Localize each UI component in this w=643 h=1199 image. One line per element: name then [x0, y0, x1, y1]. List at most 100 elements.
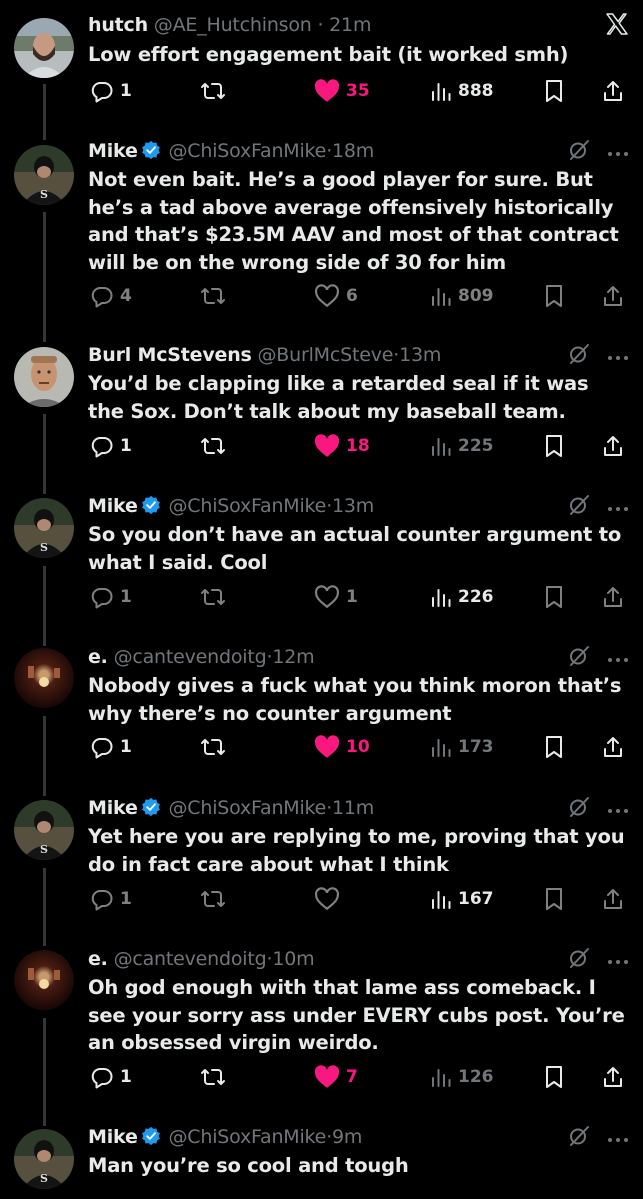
more-icon[interactable] — [607, 800, 629, 819]
display-name[interactable]: Burl McStevens — [88, 344, 252, 366]
avatar[interactable]: S — [14, 145, 74, 205]
user-handle[interactable]: @ChiSoxFanMike — [168, 797, 326, 819]
like-button[interactable]: 6 — [314, 281, 358, 311]
views-button[interactable]: 226 — [430, 582, 494, 612]
timestamp[interactable]: 13m — [399, 344, 441, 366]
avatar[interactable]: S — [14, 498, 74, 558]
retweet-button[interactable] — [200, 582, 226, 612]
like-button[interactable] — [314, 884, 340, 914]
reply-thread: hutch @AE_Hutchinson · 21m Low effort en… — [0, 0, 643, 1199]
reply-button[interactable]: 1 — [90, 582, 132, 612]
like-button[interactable]: 18 — [314, 431, 370, 461]
views-button[interactable]: 809 — [430, 281, 494, 311]
views-button[interactable]: 225 — [430, 431, 494, 461]
retweet-button[interactable] — [200, 281, 226, 311]
x-logo-icon[interactable] — [605, 12, 629, 40]
user-handle[interactable]: @AE_Hutchinson — [154, 14, 312, 36]
share-button[interactable] — [602, 1062, 624, 1092]
share-button[interactable] — [602, 884, 624, 914]
bookmark-button[interactable] — [544, 582, 564, 612]
grok-icon[interactable] — [567, 493, 591, 521]
avatar[interactable]: S — [14, 1129, 74, 1189]
timestamp[interactable]: 12m — [272, 646, 314, 668]
user-handle[interactable]: @ChiSoxFanMike — [168, 495, 326, 517]
timestamp[interactable]: 11m — [332, 797, 374, 819]
share-button[interactable] — [602, 582, 624, 612]
reply-button[interactable]: 1 — [90, 76, 132, 106]
share-icon — [602, 585, 624, 609]
retweet-button[interactable] — [200, 76, 226, 106]
tweet-text: Nobody gives a fuck what you think moron… — [88, 674, 622, 725]
reply-button[interactable]: 1 — [90, 884, 132, 914]
user-handle[interactable]: @ChiSoxFanMike — [168, 1126, 326, 1148]
avatar[interactable]: S — [14, 800, 74, 860]
avatar[interactable] — [14, 950, 74, 1010]
display-name[interactable]: Mike — [88, 495, 138, 517]
display-name[interactable]: Mike — [88, 797, 138, 819]
bookmark-button[interactable] — [544, 732, 564, 762]
reply-button[interactable]: 1 — [90, 732, 132, 762]
retweet-button[interactable] — [200, 732, 226, 762]
more-icon[interactable] — [607, 1129, 629, 1148]
display-name[interactable]: Mike — [88, 140, 138, 162]
user-handle[interactable]: @cantevendoitg — [114, 646, 267, 668]
display-name[interactable]: e. — [88, 646, 108, 668]
user-handle[interactable]: @BurlMcSteve — [257, 344, 393, 366]
more-icon[interactable] — [607, 498, 629, 517]
share-button[interactable] — [602, 732, 624, 762]
bookmark-button[interactable] — [544, 1062, 564, 1092]
views-button[interactable]: 888 — [430, 76, 494, 106]
like-button[interactable]: 35 — [314, 76, 370, 106]
avatar[interactable] — [14, 347, 74, 407]
retweet-button[interactable] — [200, 1062, 226, 1092]
retweet-icon — [200, 887, 226, 911]
retweet-button[interactable] — [200, 431, 226, 461]
tweet-text: Man you’re so cool and tough — [88, 1154, 409, 1177]
bookmark-button[interactable] — [544, 431, 564, 461]
grok-icon[interactable] — [567, 644, 591, 672]
bookmark-button[interactable] — [544, 281, 564, 311]
share-icon — [602, 434, 624, 458]
grok-icon[interactable] — [567, 138, 591, 166]
like-button[interactable]: 7 — [314, 1062, 358, 1092]
like-button[interactable]: 1 — [314, 582, 358, 612]
grok-icon[interactable] — [567, 1124, 591, 1152]
reply-button[interactable]: 1 — [90, 1062, 132, 1092]
avatar[interactable] — [14, 18, 74, 78]
bookmark-button[interactable] — [544, 884, 564, 914]
like-button[interactable]: 10 — [314, 732, 370, 762]
display-name[interactable]: Mike — [88, 1126, 138, 1148]
share-button[interactable] — [602, 431, 624, 461]
heart-icon — [314, 735, 340, 759]
avatar[interactable] — [14, 648, 74, 708]
user-handle[interactable]: @ChiSoxFanMike — [168, 140, 326, 162]
timestamp[interactable]: 21m — [329, 14, 371, 36]
retweet-button[interactable] — [200, 884, 226, 914]
display-name[interactable]: hutch — [88, 14, 148, 36]
reply-button[interactable]: 4 — [90, 281, 132, 311]
more-icon[interactable] — [607, 951, 629, 970]
views-button[interactable]: 173 — [430, 732, 494, 762]
grok-icon[interactable] — [567, 946, 591, 974]
timestamp[interactable]: 10m — [272, 948, 314, 970]
views-button[interactable]: 126 — [430, 1062, 494, 1092]
grok-icon[interactable] — [567, 795, 591, 823]
heart-icon — [314, 585, 340, 609]
more-icon[interactable] — [607, 649, 629, 668]
views-icon — [430, 1066, 452, 1088]
display-name[interactable]: e. — [88, 948, 108, 970]
share-button[interactable] — [602, 281, 624, 311]
timestamp[interactable]: 18m — [332, 140, 374, 162]
reply-button[interactable]: 1 — [90, 431, 132, 461]
bookmark-button[interactable] — [544, 76, 564, 106]
more-icon[interactable] — [607, 143, 629, 162]
share-button[interactable] — [602, 76, 624, 106]
reply-count: 1 — [120, 889, 132, 909]
user-handle[interactable]: @cantevendoitg — [114, 948, 267, 970]
more-icon[interactable] — [607, 347, 629, 366]
view-count: 226 — [458, 587, 494, 607]
timestamp[interactable]: 13m — [332, 495, 374, 517]
views-button[interactable]: 167 — [430, 884, 494, 914]
grok-icon[interactable] — [567, 342, 591, 370]
timestamp[interactable]: 9m — [332, 1126, 362, 1148]
